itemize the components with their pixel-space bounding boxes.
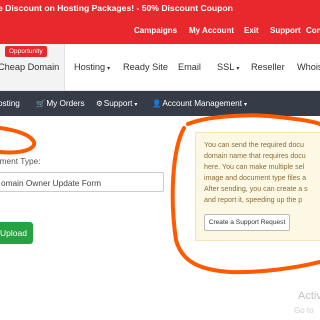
annotation-stroke-right: [170, 113, 320, 275]
annotation-stroke-left: [0, 126, 37, 155]
annotation-marks: [0, 113, 320, 275]
